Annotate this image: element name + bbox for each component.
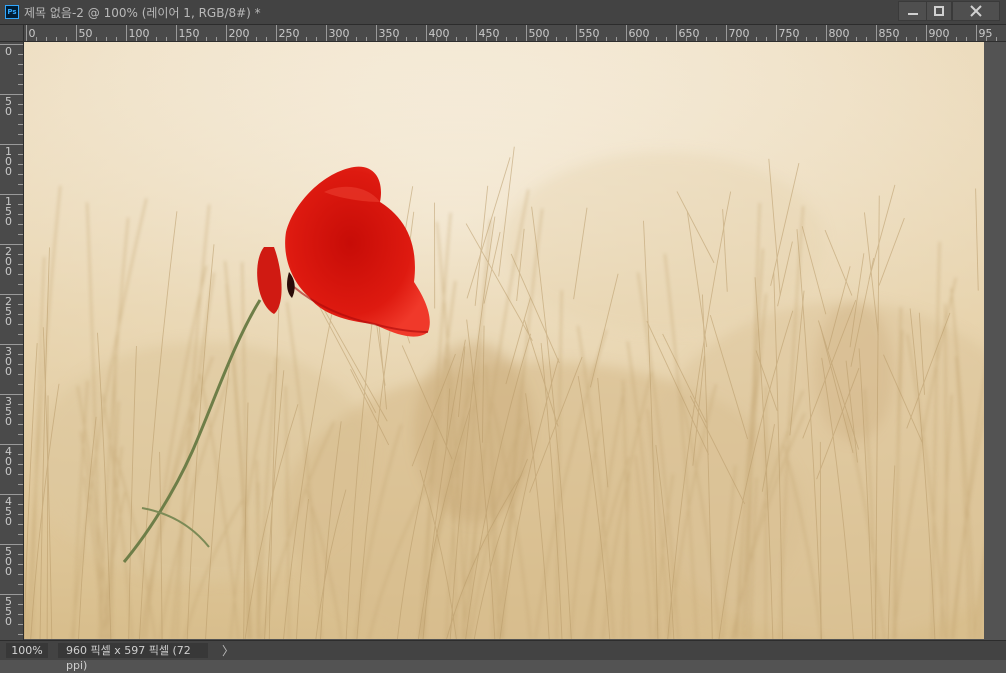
- ruler-label: 300: [329, 27, 350, 40]
- ruler-label: 0: [29, 27, 36, 40]
- vertical-ruler[interactable]: 050100150200250300350400450500550: [0, 42, 24, 640]
- ruler-label: 0: [5, 465, 12, 478]
- document-canvas[interactable]: [24, 42, 984, 639]
- ruler-label: 350: [379, 27, 400, 40]
- vertical-ruler-ticks: 050100150200250300350400450500550: [0, 42, 24, 640]
- horizontal-ruler[interactable]: 0 50 100 150 200 250 300 350 400 450 500 550 600 650 7…: [24, 25, 1006, 42]
- zoom-level-field[interactable]: 100%: [6, 643, 48, 658]
- ruler-label: 600: [629, 27, 650, 40]
- ruler-label: 95: [979, 27, 993, 40]
- ruler-origin-corner[interactable]: [0, 25, 24, 42]
- photoshop-app-icon: Ps: [5, 5, 19, 19]
- ruler-label: 0: [5, 565, 12, 578]
- status-menu-arrow-icon[interactable]: 〉: [222, 642, 234, 659]
- ruler-label: 650: [679, 27, 700, 40]
- maximize-icon: [934, 6, 944, 16]
- ruler-label: 0: [5, 315, 12, 328]
- ruler-label: 450: [479, 27, 500, 40]
- status-bar: 100% 960 픽셀 x 597 픽셀 (72 ppi) 〉: [0, 640, 1006, 660]
- horizontal-ruler-ticks: 0 50 100 150 200 250 300 350 400 450 500 550 600 650 7…: [24, 25, 1006, 42]
- ruler-label: 0: [5, 215, 12, 228]
- ruler-label: 0: [5, 45, 12, 58]
- close-icon: [970, 5, 982, 17]
- minimize-icon: [908, 6, 918, 16]
- ruler-label: 900: [929, 27, 950, 40]
- close-button[interactable]: [952, 1, 1000, 21]
- document-title-bar[interactable]: Ps 제목 없음-2 @ 100% (레이어 1, RGB/8#) *: [0, 0, 1006, 25]
- maximize-button[interactable]: [926, 1, 952, 21]
- ruler-label: 0: [5, 265, 12, 278]
- ruler-label: 0: [5, 165, 12, 178]
- ruler-label: 750: [779, 27, 800, 40]
- canvas-photo: [24, 42, 984, 639]
- ruler-label: 0: [5, 365, 12, 378]
- ruler-label: 200: [229, 27, 250, 40]
- ruler-label: 250: [279, 27, 300, 40]
- minimize-button[interactable]: [898, 1, 928, 21]
- ruler-label: 0: [5, 105, 12, 118]
- ruler-label: 800: [829, 27, 850, 40]
- ruler-label: 700: [729, 27, 750, 40]
- ruler-label: 150: [179, 27, 200, 40]
- ruler-label: 850: [879, 27, 900, 40]
- ruler-label: 0: [5, 415, 12, 428]
- ruler-label: 100: [129, 27, 150, 40]
- ruler-label: 400: [429, 27, 450, 40]
- ruler-label: 0: [5, 515, 12, 528]
- document-title: 제목 없음-2 @ 100% (레이어 1, RGB/8#) *: [24, 4, 261, 21]
- ruler-label: 500: [529, 27, 550, 40]
- ruler-label: 0: [5, 615, 12, 628]
- ruler-label: 550: [579, 27, 600, 40]
- ruler-label: 50: [79, 27, 93, 40]
- canvas-right-gutter: [984, 42, 1006, 640]
- document-info[interactable]: 960 픽셀 x 597 픽셀 (72 ppi): [58, 643, 208, 658]
